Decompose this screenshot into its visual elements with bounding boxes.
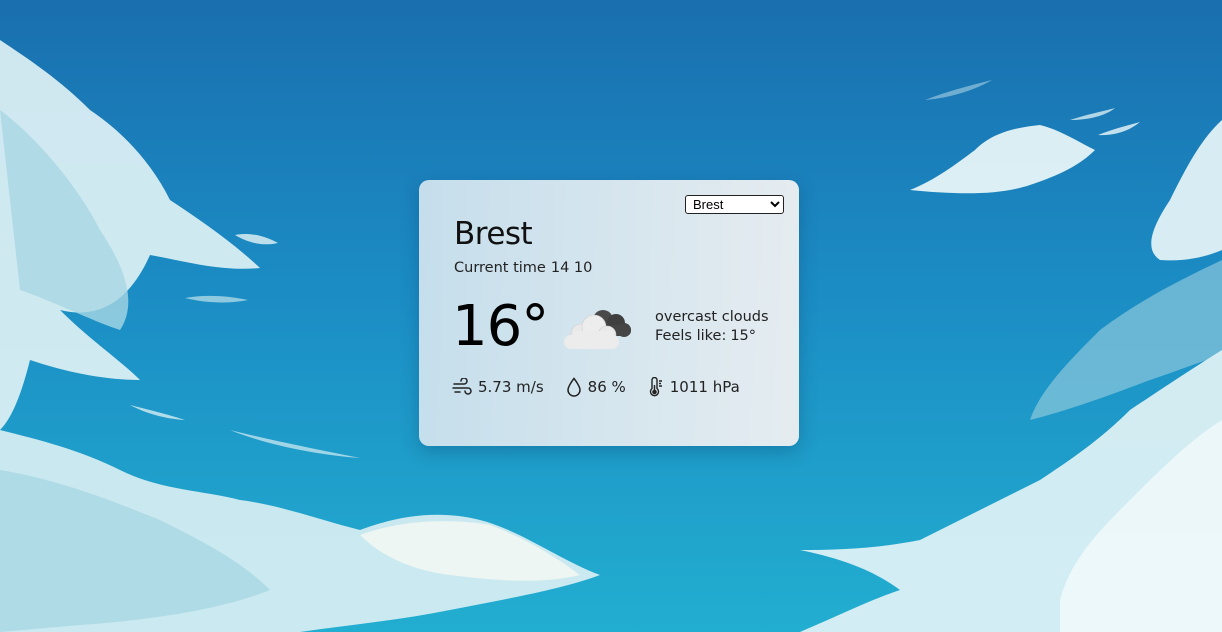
metrics-row: 5.73 m/s 86 % 1011 hPa xyxy=(452,376,762,398)
city-select[interactable]: Brest xyxy=(685,195,784,214)
wind-speed: 5.73 m/s xyxy=(478,378,544,396)
overcast-clouds-icon xyxy=(564,310,631,349)
weather-description-block: overcast clouds Feels like: 15° xyxy=(655,308,769,346)
thermometer-icon xyxy=(649,377,662,397)
feels-like-value: 15° xyxy=(730,328,757,344)
weather-card: Brest Brest Current time 14 10 16° overca… xyxy=(419,180,799,446)
humidity-value: 86 % xyxy=(587,378,626,396)
feels-like: Feels like: 15° xyxy=(655,327,769,346)
droplet-icon xyxy=(566,377,581,397)
current-time-label: Current time xyxy=(454,260,546,276)
city-name: Brest xyxy=(454,216,533,252)
humidity-metric: 86 % xyxy=(566,377,626,397)
pressure-value: 1011 hPa xyxy=(669,378,740,396)
weather-description: overcast clouds xyxy=(655,309,769,325)
pressure-metric: 1011 hPa xyxy=(648,377,740,397)
wind-metric: 5.73 m/s xyxy=(452,378,544,396)
current-time: Current time 14 10 xyxy=(454,258,592,278)
wind-icon xyxy=(452,378,472,395)
current-time-value: 14 10 xyxy=(550,260,593,276)
feels-like-label: Feels like: xyxy=(655,328,727,344)
temperature: 16° xyxy=(452,294,549,359)
